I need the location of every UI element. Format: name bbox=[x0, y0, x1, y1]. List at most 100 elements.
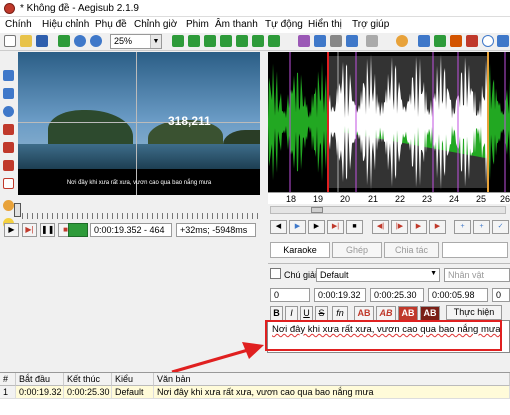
play-first-icon[interactable]: ▶ bbox=[410, 220, 427, 234]
play-selection-icon[interactable]: ▶ bbox=[308, 220, 325, 234]
clip-tool-icon[interactable] bbox=[3, 160, 14, 171]
table-row-end[interactable]: 0:00:25.30 bbox=[64, 386, 112, 399]
styles-manager-icon[interactable] bbox=[298, 35, 310, 47]
zoom-select[interactable]: 25% ▼ bbox=[110, 34, 162, 49]
fonts-collector-icon[interactable] bbox=[346, 35, 358, 47]
table-row-number[interactable]: 1 bbox=[0, 386, 16, 399]
scale-tool-icon[interactable] bbox=[3, 142, 14, 153]
play-after-icon[interactable]: |▶ bbox=[391, 220, 408, 234]
audio-scroll-thumb[interactable] bbox=[311, 207, 323, 213]
snap-end-icon[interactable] bbox=[236, 35, 248, 47]
menu-hieu-chinh[interactable]: Hiệu chỉnh bbox=[42, 19, 89, 30]
col-header-number[interactable]: # bbox=[0, 373, 16, 386]
zoom-out-icon[interactable] bbox=[90, 35, 102, 47]
mouse-coordinate: 318,211 bbox=[168, 114, 211, 128]
jump-end-icon[interactable] bbox=[204, 35, 216, 47]
pause-icon[interactable]: ❚❚ bbox=[40, 223, 55, 237]
timing-postprocessor-icon[interactable] bbox=[466, 35, 478, 47]
open-video-icon[interactable] bbox=[58, 35, 70, 47]
margin-left-field[interactable]: 0 bbox=[492, 288, 510, 302]
shift-times-icon[interactable] bbox=[268, 35, 280, 47]
style-select[interactable]: Default ▼ bbox=[316, 268, 440, 282]
kanji-timer-icon[interactable] bbox=[482, 35, 494, 47]
drag-tool-icon[interactable] bbox=[3, 88, 14, 99]
start-time-field[interactable]: 0:00:19.32 bbox=[314, 288, 366, 302]
play-last-icon[interactable]: ▶ bbox=[429, 220, 446, 234]
save-file-icon[interactable] bbox=[36, 35, 48, 47]
autoscroll-icon[interactable] bbox=[68, 223, 88, 237]
next-line-icon[interactable]: ▶ bbox=[289, 220, 306, 234]
col-header-start[interactable]: Bắt đầu bbox=[16, 373, 64, 386]
menu-hien-thi[interactable]: Hiển thị bbox=[308, 19, 342, 30]
video-display[interactable]: 318,211 Nơi đây khi xưa rất xưa, vươn ca… bbox=[18, 52, 260, 195]
menu-tu-dong[interactable]: Tự động bbox=[265, 19, 303, 30]
menu-phu-de[interactable]: Phụ đề bbox=[95, 19, 127, 30]
audio-display[interactable] bbox=[268, 52, 510, 192]
audio-scrollbar[interactable] bbox=[270, 206, 506, 214]
comment-label: Chú giải bbox=[284, 270, 318, 280]
play-line-icon[interactable]: ▶| bbox=[22, 223, 37, 237]
new-file-icon[interactable] bbox=[4, 35, 16, 47]
video-seek-bar[interactable] bbox=[2, 203, 260, 221]
rotate-xy-icon[interactable] bbox=[3, 124, 14, 135]
leadin-icon[interactable]: + bbox=[454, 220, 471, 234]
snap-scene-icon[interactable] bbox=[252, 35, 264, 47]
underline-button[interactable]: U bbox=[300, 306, 313, 321]
leadout-icon[interactable]: + bbox=[473, 220, 490, 234]
play-to-end-icon[interactable]: ▶| bbox=[327, 220, 344, 234]
table-row-text[interactable]: Nơi đây khi xưa rất xưa, vươn cao qua ba… bbox=[154, 386, 510, 399]
duration-field[interactable]: 0:00:05.98 bbox=[428, 288, 488, 302]
play-icon[interactable]: ▶ bbox=[4, 223, 19, 237]
outline-color-button[interactable]: AB bbox=[398, 306, 418, 321]
col-header-text[interactable]: Văn bản bbox=[154, 373, 510, 386]
zoom-in-icon[interactable] bbox=[74, 35, 86, 47]
timeline-tick: 18 bbox=[286, 194, 297, 204]
video-time-field[interactable]: 0:00:19.352 - 464 bbox=[90, 223, 172, 237]
commit-audio-icon[interactable]: ✓ bbox=[492, 220, 509, 234]
actor-field[interactable]: Nhân vật bbox=[444, 268, 510, 282]
menu-chinh[interactable]: Chính bbox=[5, 19, 32, 30]
rotate-z-icon[interactable] bbox=[3, 106, 14, 117]
end-time-field[interactable]: 0:00:25.30 bbox=[370, 288, 424, 302]
join-button[interactable]: Ghép bbox=[332, 242, 382, 258]
shadow-color-button[interactable]: AB bbox=[420, 306, 440, 321]
resample-icon[interactable] bbox=[450, 35, 462, 47]
menu-phim[interactable]: Phim bbox=[186, 19, 209, 30]
prev-line-icon[interactable]: ◀ bbox=[270, 220, 287, 234]
table-row-start[interactable]: 0:00:19.32 bbox=[16, 386, 64, 399]
karaoke-button[interactable]: Karaoke bbox=[270, 242, 330, 258]
video-tools bbox=[0, 52, 17, 229]
snap-start-icon[interactable] bbox=[220, 35, 232, 47]
automation-icon[interactable] bbox=[366, 35, 378, 47]
secondary-color-button[interactable]: AB bbox=[376, 306, 396, 321]
subtitles-mode-icon[interactable] bbox=[497, 35, 509, 47]
col-header-end[interactable]: Kết thúc bbox=[64, 373, 112, 386]
translation-icon[interactable] bbox=[434, 35, 446, 47]
seek-handle[interactable] bbox=[14, 203, 21, 217]
primary-color-button[interactable]: AB bbox=[354, 306, 374, 321]
audio-stop-icon[interactable]: ■ bbox=[346, 220, 363, 234]
menu-chinh-gio[interactable]: Chỉnh giờ bbox=[134, 19, 177, 30]
layer-field[interactable]: 0 bbox=[270, 288, 310, 302]
play-before-icon[interactable]: ◀| bbox=[372, 220, 389, 234]
menu-tro-giup[interactable]: Trợ giúp bbox=[352, 19, 389, 30]
table-row-style[interactable]: Default bbox=[112, 386, 154, 399]
options-icon[interactable] bbox=[396, 35, 408, 47]
menu-am-thanh[interactable]: Âm thanh bbox=[215, 19, 258, 30]
spell-check-icon[interactable] bbox=[418, 35, 430, 47]
strikeout-button[interactable]: S bbox=[315, 306, 328, 321]
col-header-style[interactable]: Kiểu dáng bbox=[112, 373, 154, 396]
italic-button[interactable]: I bbox=[285, 306, 298, 321]
commit-button[interactable]: Thực hiện bbox=[446, 305, 502, 320]
bold-button[interactable]: B bbox=[270, 306, 283, 321]
jump-start-icon[interactable] bbox=[188, 35, 200, 47]
standard-tool-icon[interactable] bbox=[3, 70, 14, 81]
properties-icon[interactable] bbox=[314, 35, 326, 47]
open-file-icon[interactable] bbox=[20, 35, 32, 47]
font-button[interactable]: fn bbox=[332, 306, 348, 321]
comment-checkbox[interactable] bbox=[270, 268, 281, 279]
vector-clip-icon[interactable] bbox=[3, 178, 14, 189]
jump-video-icon[interactable] bbox=[172, 35, 184, 47]
attachments-icon[interactable] bbox=[330, 35, 342, 47]
split-button[interactable]: Chia tác bbox=[384, 242, 439, 258]
